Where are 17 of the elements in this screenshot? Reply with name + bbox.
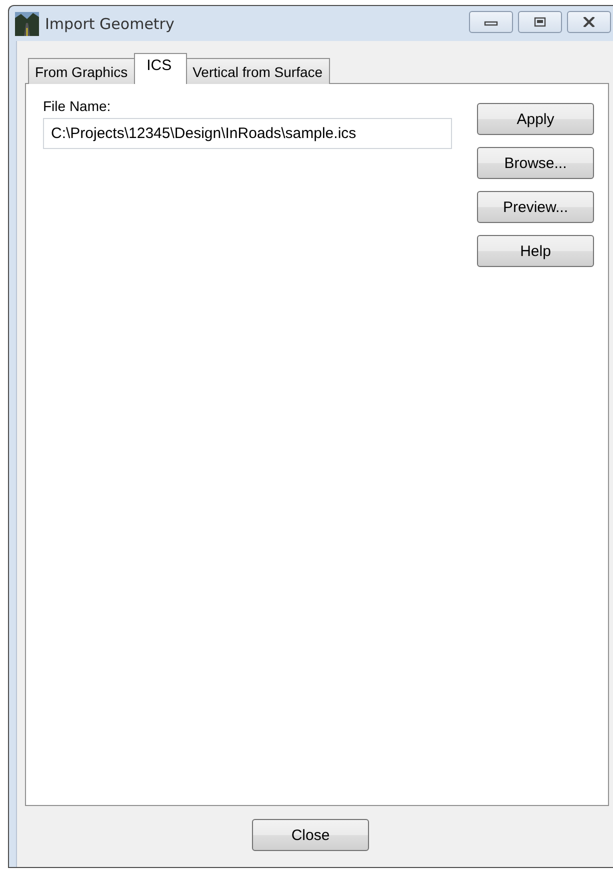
maximize-button[interactable] (518, 10, 562, 32)
road-icon (15, 12, 39, 36)
close-icon (582, 16, 596, 26)
field-label: File Name: (43, 98, 112, 114)
maximize-icon (533, 16, 547, 26)
dialog-button[interactable]: Help (477, 235, 594, 267)
tab[interactable]: From Graphics (28, 58, 135, 84)
file-name-field[interactable]: C:\Projects\12345\Design\InRoads\sample.ics (43, 118, 452, 149)
minimize-button[interactable] (469, 10, 513, 32)
dialog-button[interactable]: Apply (477, 103, 594, 135)
dialog-button[interactable]: Browse... (477, 147, 594, 179)
tab[interactable]: Vertical from Surface (186, 58, 330, 84)
dialog-button[interactable]: Preview... (477, 191, 594, 223)
tab[interactable]: ICS (134, 53, 187, 84)
close-button[interactable]: Close (252, 819, 369, 851)
close-window-button[interactable] (567, 10, 611, 32)
window-title: Import Geometry (45, 14, 176, 32)
